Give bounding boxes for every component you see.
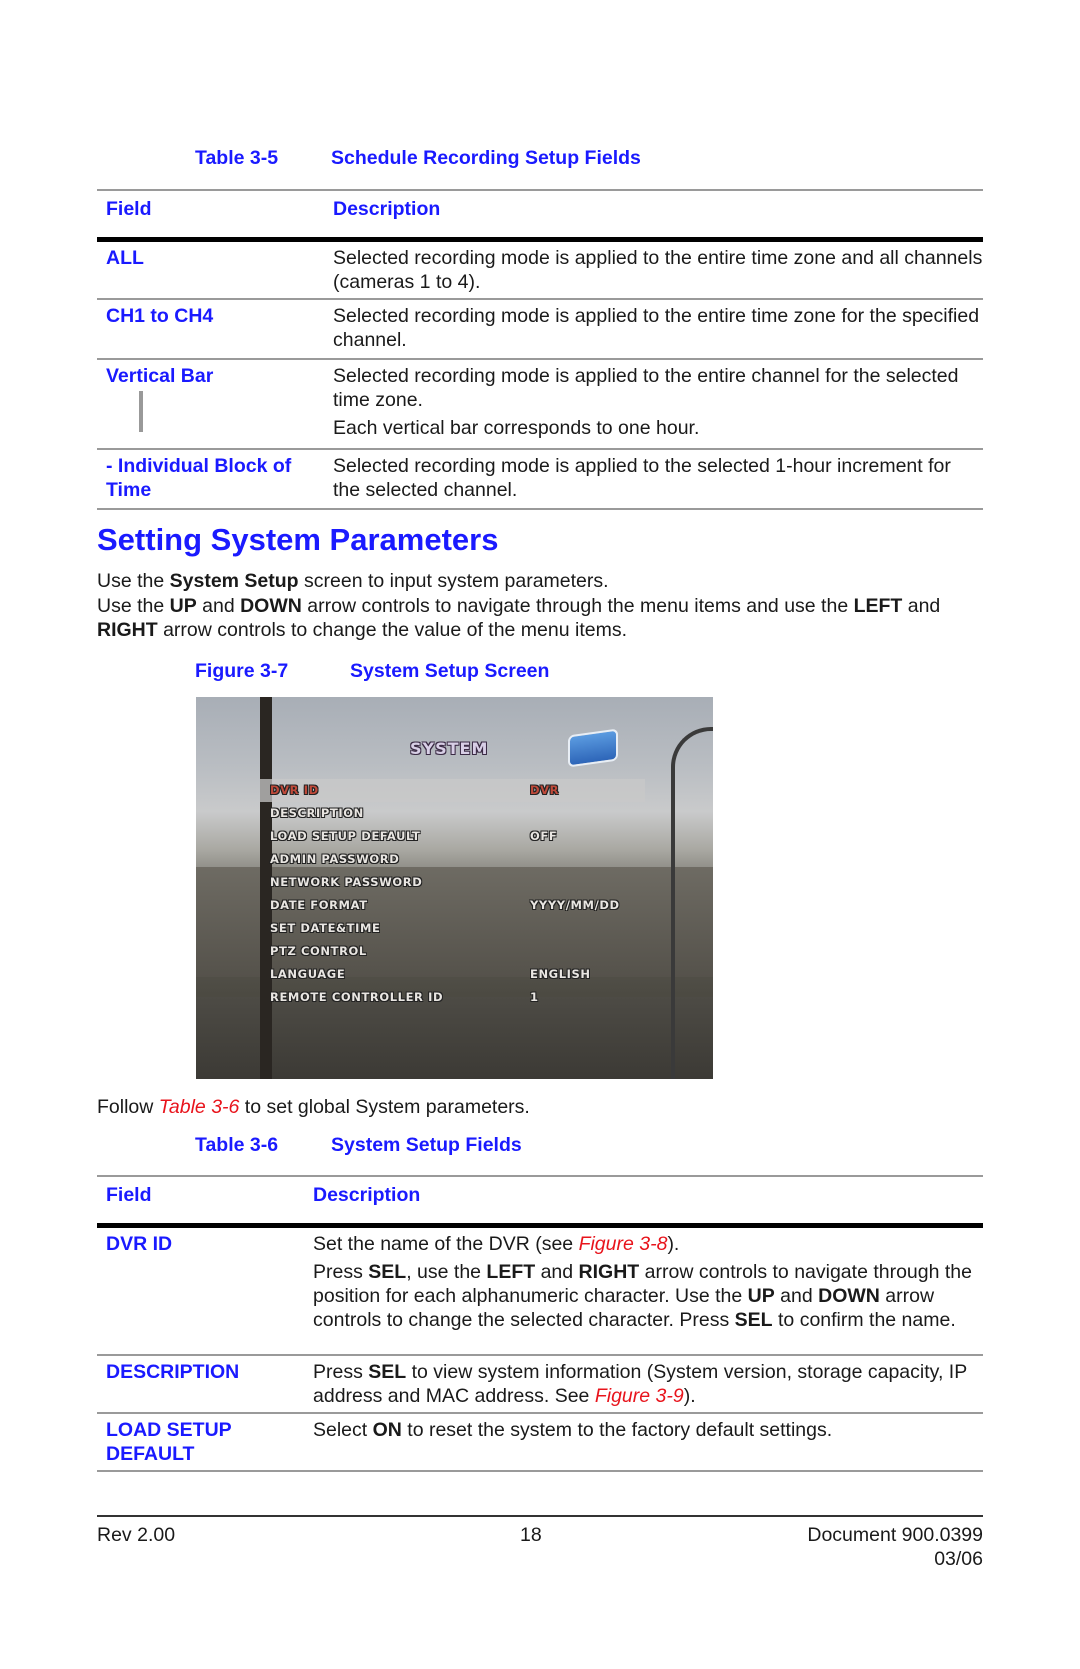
osd-menu-item: LOAD SETUP DEFAULT OFF [260,825,645,848]
screen-title: SYSTEM [410,739,489,758]
osd-menu-value: YYYY/MM/DD [530,898,620,912]
table-row: DESCRIPTION Press SEL to view system info… [97,1356,983,1414]
table-number: Table 3-5 [195,147,279,169]
field-name: LOAD SETUP DEFAULT [106,1419,232,1465]
table-row: DVR ID Set the name of the DVR (see Figur… [97,1228,983,1356]
field-name: DVR ID [106,1233,173,1255]
table-title: Schedule Recording Setup Fields [331,147,641,169]
footer-page-number: 18 [520,1524,542,1546]
osd-menu-item: REMOTE CONTROLLER ID 1 [260,986,645,1009]
table-3-6: Field Description DVR ID Set the name of … [97,1175,983,1472]
system-setup-screen-image: SYSTEM DVR ID DVR DESCRIPTION LOAD SETUP DE… [196,697,713,1079]
field-name: DESCRIPTION [106,1361,240,1383]
field-name: CH1 to CH4 [106,305,214,327]
field-description: Selected recording mode is applied to th… [333,365,959,439]
table-row: - Individual Block of Time Selected reco… [97,450,983,510]
intro-paragraph-2: Use the UP and DOWN arrow controls to na… [97,595,941,641]
osd-menu-item: NETWORK PASSWORD [260,871,645,894]
table-header: Field Description [97,1175,983,1223]
osd-menu-label: DATE FORMAT [270,898,368,912]
osd-menu-item: DESCRIPTION [260,802,645,825]
table-3-6-link[interactable]: Table 3-6 [159,1096,240,1118]
field-name: Vertical Bar [106,365,214,387]
vertical-bar-icon [139,391,143,432]
field-description: Press SEL to view system information (Sy… [313,1361,967,1407]
figure-link[interactable]: Figure 3-9 [595,1385,684,1407]
osd-menu-value: 1 [530,990,539,1004]
field-description: Selected recording mode is applied to th… [333,305,980,351]
field-description: Select ON to reset the system to the fac… [313,1419,833,1441]
osd-menu-value: ENGLISH [530,967,591,981]
column-header-description: Description [313,1184,421,1206]
field-description: Set the name of the DVR (see Figure 3-8)… [313,1233,972,1331]
intro-paragraph-1: Use the System Setup screen to input sys… [97,570,609,592]
table-row: ALL Selected recording mode is applied t… [97,242,983,300]
field-description: Selected recording mode is applied to th… [333,247,983,293]
osd-menu-label: SET DATE&TIME [270,921,381,935]
follow-paragraph: Follow Table 3-6 to set global System pa… [97,1096,530,1118]
figure-number: Figure 3-7 [195,660,289,682]
osd-menu-label: ADMIN PASSWORD [270,852,400,866]
osd-menu-item: SET DATE&TIME [260,917,645,940]
table-number: Table 3-6 [195,1134,279,1156]
osd-menu-label: LANGUAGE [270,967,346,981]
osd-menu-item: DVR ID DVR [260,779,645,802]
column-header-field: Field [106,198,152,220]
table-row: CH1 to CH4 Selected recording mode is ap… [97,300,983,360]
osd-menu-item: LANGUAGE ENGLISH [260,963,645,986]
table-row: LOAD SETUP DEFAULT Select ON to reset the… [97,1414,983,1472]
osd-menu-item: ADMIN PASSWORD [260,848,645,871]
osd-menu-label: REMOTE CONTROLLER ID [270,990,444,1004]
column-header-description: Description [333,198,441,220]
figure-title: System Setup Screen [350,660,550,682]
section-heading: Setting System Parameters [97,522,499,557]
field-name: - Individual Block of Time [106,455,292,501]
background-road [196,997,713,1079]
table-3-5: Field Description ALL Selected recording… [97,189,983,510]
osd-menu-label: NETWORK PASSWORD [270,875,423,889]
table-header: Field Description [97,189,983,237]
table-title: System Setup Fields [331,1134,522,1156]
osd-menu-item: DATE FORMAT YYYY/MM/DD [260,894,645,917]
osd-menu-value: OFF [530,829,558,843]
figure-link[interactable]: Figure 3-8 [579,1233,668,1255]
column-header-field: Field [106,1184,152,1206]
table-row: Vertical Bar Selected recording mode is … [97,360,983,450]
osd-menu-label: LOAD SETUP DEFAULT [270,829,421,843]
osd-menu-label: PTZ CONTROL [270,944,367,958]
footer-rule [97,1515,983,1517]
osd-menu-item: PTZ CONTROL [260,940,645,963]
background-streetlamp [671,727,713,1079]
osd-menu-label: DESCRIPTION [270,806,364,820]
footer-document-number: Document 900.0399 03/06 [807,1524,983,1570]
dvr-device-icon [568,728,618,768]
osd-menu-value: DVR [530,783,560,797]
field-description: Selected recording mode is applied to th… [333,455,951,501]
field-name: ALL [106,247,144,269]
footer-revision: Rev 2.00 [97,1524,176,1546]
osd-menu-label: DVR ID [270,783,319,797]
osd-menu: DVR ID DVR DESCRIPTION LOAD SETUP DEFAULT OF… [260,779,645,1009]
